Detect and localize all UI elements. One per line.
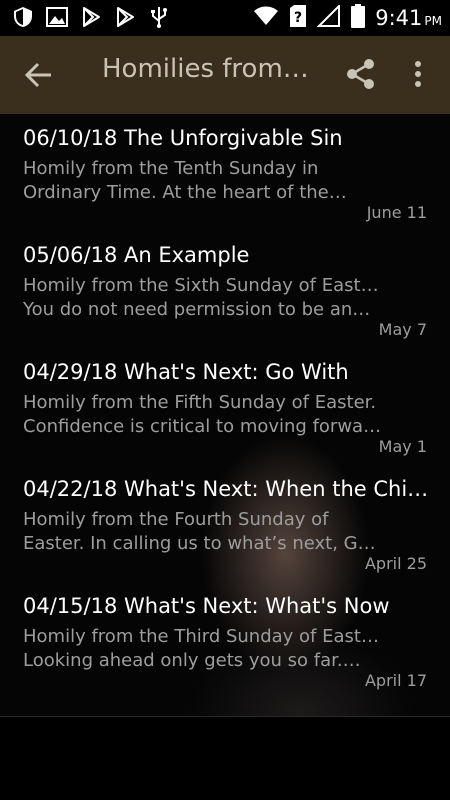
item-date: May 1 xyxy=(378,437,427,456)
status-bar-system: ? 9:41 PM xyxy=(253,3,442,32)
page-title: Homilies from… xyxy=(102,54,309,84)
item-description: Homily from the Sixth Sunday of Easter. … xyxy=(23,274,383,322)
sim-unknown-icon: ? xyxy=(289,4,307,32)
list-item[interactable]: 04/22/18 What's Next: When the Chips… Ho… xyxy=(0,465,450,582)
bottom-area xyxy=(0,717,450,800)
homily-list: 06/10/18 The Unforgivable Sin Homily fro… xyxy=(0,114,450,699)
clock-ampm: PM xyxy=(424,14,442,28)
item-title: 04/15/18 What's Next: What's Now xyxy=(23,594,390,618)
item-title: 05/06/18 An Example xyxy=(23,243,250,267)
item-description: Homily from the Fourth Sunday of Easter.… xyxy=(23,508,383,556)
item-description: Homily from the Fifth Sunday of Easter. … xyxy=(23,391,383,439)
svg-text:?: ? xyxy=(294,10,302,26)
item-description-line: Homily from the Third Sunday of Easter. xyxy=(23,626,383,647)
item-description-line: Easter. In calling us to what’s next, Go… xyxy=(23,533,383,554)
wifi-icon xyxy=(253,5,279,31)
list-item[interactable]: 04/15/18 What's Next: What's Now Homily … xyxy=(0,582,450,699)
item-description-line: Looking ahead only gets you so far.… xyxy=(23,650,361,671)
item-description-line: Homily from the Fifth Sunday of Easter. xyxy=(23,392,377,413)
share-icon[interactable] xyxy=(345,58,377,90)
item-description-line: You do not need permission to be an… xyxy=(23,299,371,320)
item-description: Homily from the Third Sunday of Easter. … xyxy=(23,625,383,673)
back-arrow-icon[interactable] xyxy=(24,60,54,90)
shield-icon xyxy=(12,6,34,28)
list-item[interactable]: 05/06/18 An Example Homily from the Sixt… xyxy=(0,231,450,348)
homily-list-area[interactable]: 06/10/18 The Unforgivable Sin Homily fro… xyxy=(0,114,450,800)
item-date: June 11 xyxy=(366,203,427,222)
image-icon xyxy=(46,6,68,28)
item-title: 04/29/18 What's Next: Go With xyxy=(23,360,349,384)
item-date: April 17 xyxy=(364,671,427,690)
signal-icon xyxy=(316,3,341,31)
item-description: Homily from the Tenth Sunday in Ordinary… xyxy=(23,157,383,205)
play-store-icon xyxy=(114,6,136,28)
item-description-line: Confidence is critical to moving forwar… xyxy=(23,416,383,437)
item-description-line: Homily from the Fourth Sunday of xyxy=(23,509,329,530)
app-bar: Homilies from… xyxy=(0,36,450,114)
list-item[interactable]: 06/10/18 The Unforgivable Sin Homily fro… xyxy=(0,114,450,231)
item-description-line: Ordinary Time. At the heart of the… xyxy=(23,182,347,203)
more-options-icon[interactable] xyxy=(408,58,428,90)
item-description-line: Homily from the Tenth Sunday in xyxy=(23,158,319,179)
usb-icon xyxy=(148,6,170,28)
status-bar: ? 9:41 PM xyxy=(0,0,450,36)
play-store-icon xyxy=(80,6,102,28)
item-title: 06/10/18 The Unforgivable Sin xyxy=(23,126,343,150)
item-title: 04/22/18 What's Next: When the Chips… xyxy=(23,477,433,501)
status-bar-notifications xyxy=(12,6,170,28)
item-date: May 7 xyxy=(378,320,427,339)
list-item[interactable]: 04/29/18 What's Next: Go With Homily fro… xyxy=(0,348,450,465)
clock-time: 9:41 xyxy=(375,6,423,30)
battery-icon xyxy=(351,4,366,32)
clock: 9:41 PM xyxy=(375,6,442,30)
item-date: April 25 xyxy=(364,554,427,573)
item-description-line: Homily from the Sixth Sunday of Easter. xyxy=(23,275,383,296)
